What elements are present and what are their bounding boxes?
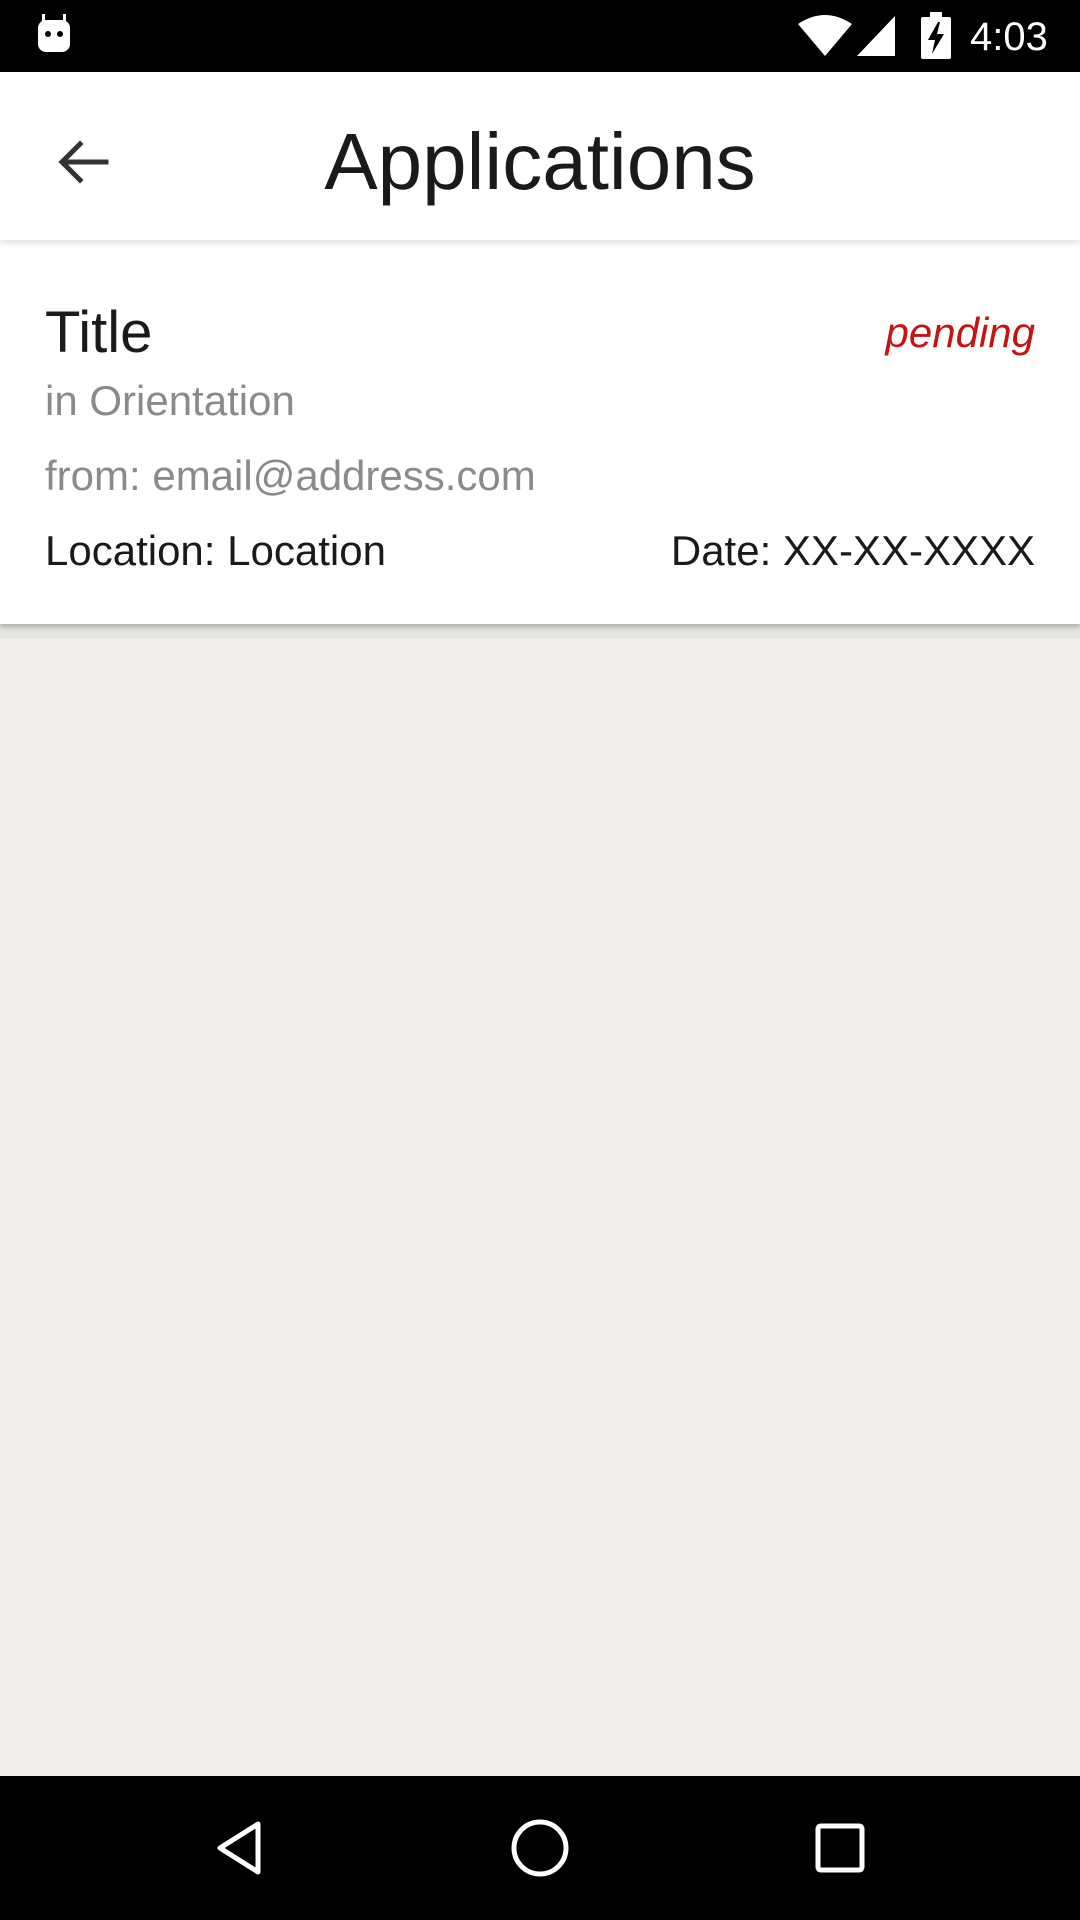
android-icon [38, 14, 70, 52]
nav-recents-button[interactable] [790, 1798, 890, 1898]
battery-charging-icon [921, 12, 951, 59]
nav-home-button[interactable] [490, 1798, 590, 1898]
app-bar: Applications [0, 72, 1080, 240]
nav-back-button[interactable] [190, 1798, 290, 1898]
status-clock: 4:03 [970, 15, 1048, 59]
signal-icon [857, 16, 895, 56]
application-subtitle: in Orientation [45, 377, 295, 424]
application-title: Title [45, 300, 153, 365]
card-divider [0, 624, 1080, 638]
back-triangle-icon [217, 1821, 261, 1875]
recents-square-icon [815, 1823, 865, 1873]
status-badge: pending [885, 309, 1035, 356]
status-bar: 4:03 [0, 0, 1080, 72]
application-card[interactable]: Title pending in Orientation from: email… [0, 240, 1080, 624]
application-date: Date: XX-XX-XXXX [670, 527, 1035, 574]
navigation-bar [0, 1776, 1080, 1920]
application-from: from: email@address.com [45, 452, 536, 499]
home-circle-icon [511, 1819, 569, 1877]
page-title: Applications [324, 117, 756, 206]
application-location: Location: Location [45, 527, 386, 574]
wifi-icon [798, 15, 852, 56]
